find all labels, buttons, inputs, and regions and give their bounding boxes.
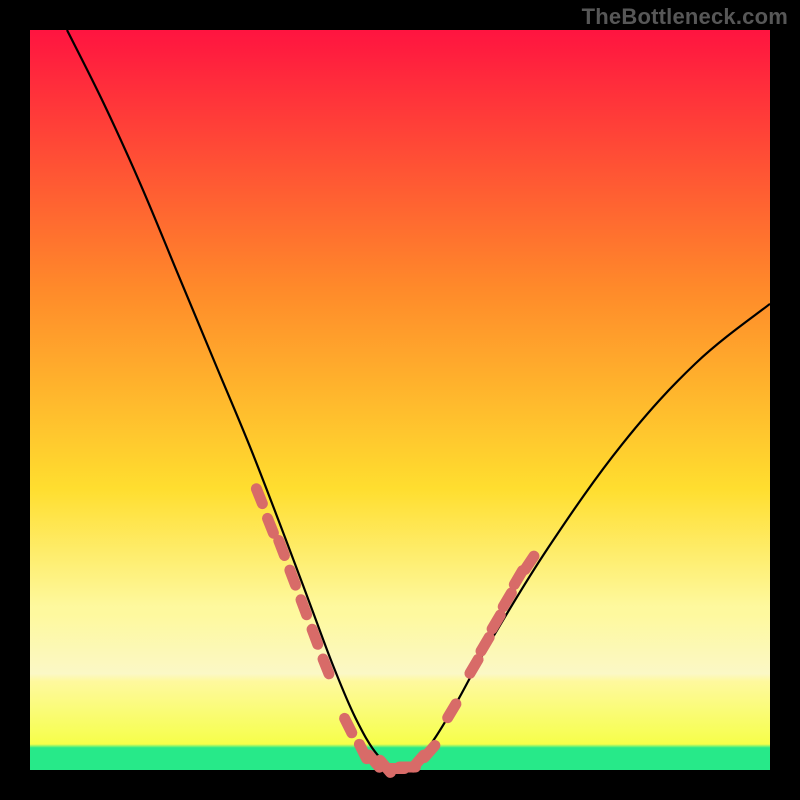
curve-marker xyxy=(481,637,489,651)
chart-frame: { "watermark": "TheBottleneck.com", "col… xyxy=(0,0,800,800)
curve-marker xyxy=(525,556,534,569)
chart-svg xyxy=(0,0,800,800)
curve-marker xyxy=(279,541,285,556)
curve-marker xyxy=(268,518,274,533)
curve-marker xyxy=(492,615,500,629)
curve-marker xyxy=(448,704,456,718)
curve-marker xyxy=(301,600,307,615)
curve-marker xyxy=(345,718,352,732)
curve-marker xyxy=(323,659,329,674)
curve-marker xyxy=(503,593,511,607)
curve-marker xyxy=(470,660,478,674)
curve-marker xyxy=(290,570,296,585)
curve-marker xyxy=(256,489,262,504)
watermark-text: TheBottleneck.com xyxy=(582,4,788,30)
curve-marker xyxy=(312,629,318,644)
